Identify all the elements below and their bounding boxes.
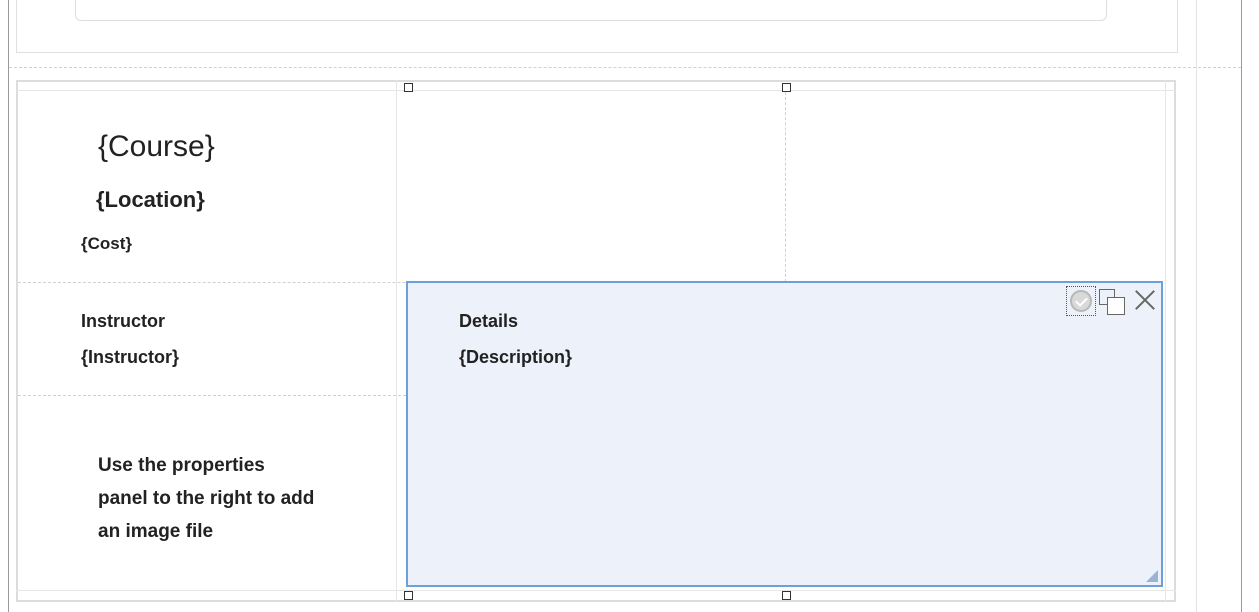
check-circle-icon[interactable] [1066,286,1096,316]
instructor-heading[interactable]: Instructor [81,311,165,332]
column-resize-handle[interactable] [782,83,791,92]
previous-block-inner [75,0,1107,21]
instructor-field[interactable]: {Instructor} [81,347,179,368]
canvas-gutter-line [1196,0,1197,612]
table-column-line [1165,80,1166,602]
canvas-right-border [1241,0,1242,612]
close-icon[interactable] [1130,286,1158,314]
block-separator [9,67,1241,68]
description-field[interactable]: {Description} [459,347,572,368]
course-field[interactable]: {Course} [98,130,215,164]
cell-toolbar [1066,286,1160,316]
cost-field[interactable]: {Cost} [81,234,132,254]
image-placeholder-note[interactable]: Use the properties panel to the right to… [98,449,388,548]
column-resize-handle[interactable] [404,591,413,600]
details-heading[interactable]: Details [459,311,518,332]
column-resize-handle[interactable] [782,591,791,600]
location-field[interactable]: {Location} [96,187,205,213]
image-note-line: panel to the right to add [98,488,315,509]
table-column-line [396,80,397,602]
image-note-line: an image file [98,521,214,542]
duplicate-icon[interactable] [1099,289,1127,315]
resize-grip-icon[interactable] [1146,570,1158,582]
canvas-left-border [8,0,9,612]
table-row-line [16,90,1176,91]
table-row-line [16,590,1176,591]
cell-divider [18,395,406,396]
image-note-line: Use the properties [98,455,265,476]
column-resize-handle[interactable] [404,83,413,92]
previous-block[interactable] [16,0,1178,53]
selected-details-cell[interactable] [406,281,1163,587]
cell-divider [785,92,786,282]
